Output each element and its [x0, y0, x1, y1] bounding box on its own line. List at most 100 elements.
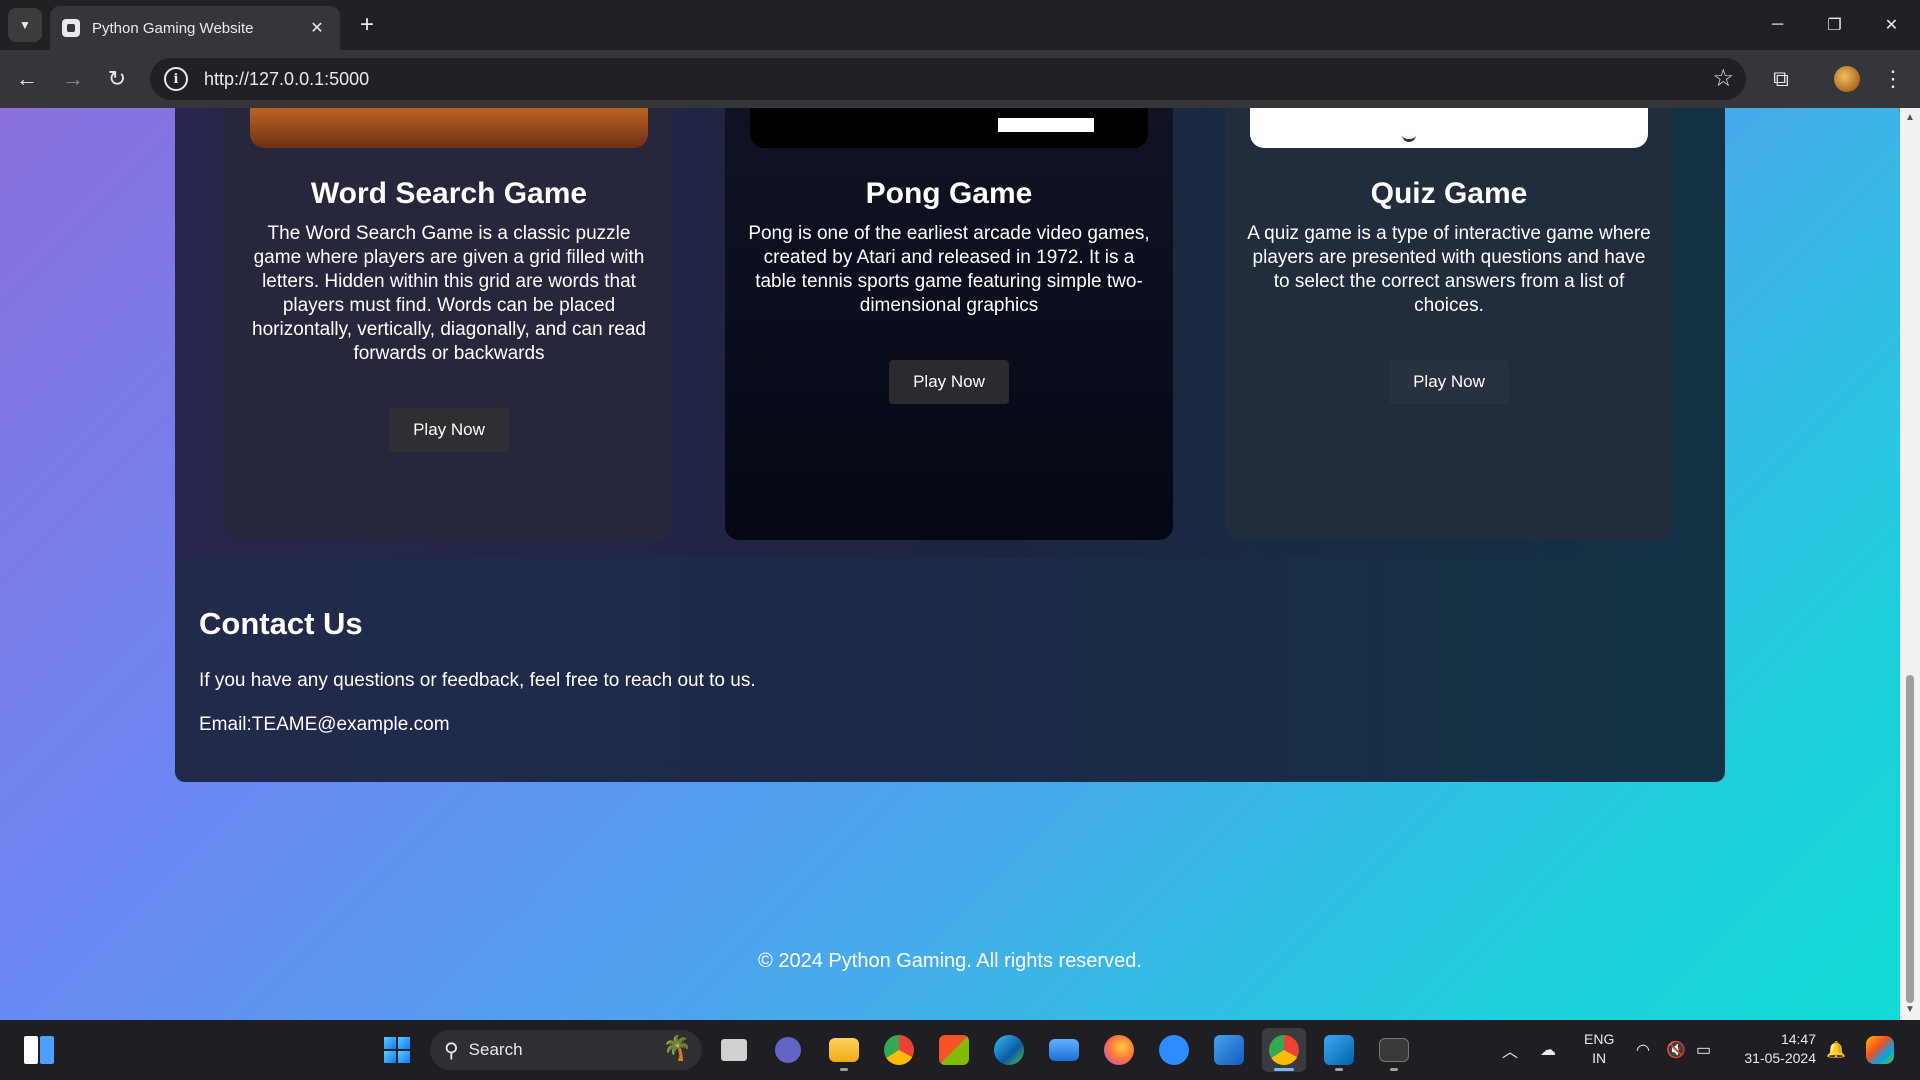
restore-icon: ❐ — [1827, 17, 1842, 34]
game-title: Pong Game — [865, 177, 1033, 210]
terminal-button[interactable] — [1372, 1028, 1416, 1072]
browser-toolbar: ← → ↻ i http://127.0.0.1:5000 ☆ ⧉ ⋮ — [0, 50, 1920, 108]
start-button[interactable] — [375, 1028, 419, 1072]
battery-icon[interactable]: ▭ — [1696, 1020, 1711, 1080]
chrome-icon — [884, 1035, 914, 1065]
forward-button[interactable]: → — [56, 62, 90, 96]
quiz-image-mark — [1402, 134, 1416, 142]
search-label: Search — [468, 1040, 523, 1059]
active-indicator — [1274, 1068, 1294, 1071]
region-code: IN — [1592, 1050, 1607, 1066]
back-button[interactable]: ← — [10, 62, 44, 96]
word-icon — [1214, 1035, 1244, 1065]
window-controls: ─ ❐ ✕ — [1749, 0, 1920, 50]
folder-icon — [829, 1038, 859, 1062]
store-button[interactable] — [932, 1028, 976, 1072]
profile-avatar[interactable] — [1834, 66, 1860, 92]
mail-button[interactable] — [1042, 1028, 1086, 1072]
language-indicator[interactable]: ENG IN — [1584, 1030, 1614, 1068]
page-scrollbar[interactable]: ▲ ▼ — [1900, 108, 1920, 1020]
address-bar[interactable]: i http://127.0.0.1:5000 ☆ — [150, 58, 1746, 100]
onedrive-icon[interactable]: ☁ — [1540, 1020, 1556, 1080]
close-icon[interactable]: ✕ — [306, 18, 328, 38]
close-window-button[interactable]: ✕ — [1863, 0, 1920, 50]
file-explorer-button[interactable] — [822, 1028, 866, 1072]
word-search-image — [250, 108, 648, 148]
browser-menu-button[interactable]: ⋮ — [1878, 62, 1908, 96]
pong-paddle — [998, 118, 1094, 132]
info-icon[interactable]: i — [164, 67, 188, 91]
date-text: 31-05-2024 — [1744, 1050, 1816, 1066]
running-indicator — [1390, 1068, 1398, 1071]
contact-text: If you have any questions or feedback, f… — [199, 670, 756, 691]
tab-title: Python Gaming Website — [92, 19, 254, 37]
chrome-icon — [1269, 1035, 1299, 1065]
chrome-button[interactable] — [877, 1028, 921, 1072]
reload-button[interactable]: ↻ — [100, 62, 134, 96]
scroll-up-icon[interactable]: ▲ — [1904, 112, 1916, 124]
task-view-icon — [721, 1039, 747, 1061]
mail-icon — [1049, 1039, 1079, 1061]
chevron-down-icon: ▼ — [19, 18, 31, 32]
windows-logo-icon — [384, 1037, 410, 1063]
running-indicator — [1335, 1068, 1343, 1071]
extensions-button[interactable]: ⧉ — [1764, 62, 1798, 96]
firefox-button[interactable] — [1097, 1028, 1141, 1072]
minimize-button[interactable]: ─ — [1749, 0, 1806, 50]
plus-icon: + — [359, 11, 374, 38]
tab-search-button[interactable]: ▼ — [8, 8, 42, 42]
scrollbar-thumb[interactable] — [1906, 675, 1914, 1003]
play-now-button[interactable]: Play Now — [889, 360, 1009, 404]
game-card-quiz: Quiz Game A quiz game is a type of inter… — [1225, 108, 1673, 540]
edge-button[interactable] — [987, 1028, 1031, 1072]
taskbar: ⚲ Search 🌴 ︿ ☁ ENG IN ◠ 🔇 ▭ 14:47 31-05-… — [0, 1020, 1920, 1080]
palm-tree-icon: 🌴 — [662, 1035, 692, 1062]
browser-tab[interactable]: Python Gaming Website ✕ — [50, 6, 340, 50]
chrome-active-button[interactable] — [1262, 1028, 1306, 1072]
footer-text: © 2024 Python Gaming. All rights reserve… — [758, 950, 1142, 972]
copilot-icon[interactable] — [1866, 1020, 1894, 1080]
bookmark-star-icon[interactable]: ☆ — [1712, 64, 1734, 93]
vscode-icon — [1324, 1035, 1354, 1065]
widgets-icon[interactable] — [24, 1036, 54, 1064]
clock[interactable]: 14:47 31-05-2024 — [1736, 1030, 1816, 1068]
teams-button[interactable] — [766, 1028, 810, 1072]
game-title: Word Search Game — [310, 177, 588, 210]
task-view-button[interactable] — [712, 1028, 756, 1072]
zoom-button[interactable] — [1152, 1028, 1196, 1072]
game-description: Pong is one of the earliest arcade video… — [748, 223, 1150, 316]
restore-button[interactable]: ❐ — [1806, 0, 1863, 50]
language-code: ENG — [1584, 1031, 1615, 1047]
game-card-word-search: Word Search Game The Word Search Game is… — [225, 108, 673, 540]
game-card-pong: Pong Game Pong is one of the earliest ar… — [725, 108, 1173, 540]
word-button[interactable] — [1207, 1028, 1251, 1072]
terminal-icon — [1379, 1038, 1409, 1062]
arrow-right-icon: → — [62, 66, 84, 91]
puzzle-icon: ⧉ — [1773, 66, 1789, 91]
browser-tab-bar: ▼ Python Gaming Website ✕ + ─ ❐ ✕ — [0, 0, 1920, 50]
play-now-button[interactable]: Play Now — [1389, 360, 1509, 404]
close-icon: ✕ — [1884, 17, 1899, 34]
time-text: 14:47 — [1780, 1031, 1816, 1047]
scroll-down-icon[interactable]: ▼ — [1904, 1004, 1916, 1016]
taskbar-search[interactable]: ⚲ Search 🌴 — [430, 1030, 702, 1070]
pong-image — [750, 108, 1148, 148]
running-indicator — [840, 1068, 848, 1071]
vscode-button[interactable] — [1317, 1028, 1361, 1072]
show-hidden-icons-button[interactable]: ︿ — [1502, 1020, 1518, 1080]
contact-title: Contact Us — [199, 606, 363, 641]
firefox-icon — [1104, 1035, 1134, 1065]
notifications-icon[interactable]: 🔔 — [1826, 1020, 1846, 1080]
game-title: Quiz Game — [1370, 177, 1528, 210]
wifi-icon[interactable]: ◠ — [1636, 1020, 1650, 1080]
game-description: The Word Search Game is a classic puzzle… — [252, 223, 646, 364]
play-now-button[interactable]: Play Now — [389, 408, 509, 452]
edge-icon — [994, 1035, 1024, 1065]
games-section: Word Search Game The Word Search Game is… — [175, 108, 1725, 583]
quiz-image — [1250, 108, 1648, 148]
volume-muted-icon[interactable]: 🔇 — [1666, 1020, 1686, 1080]
zoom-icon — [1159, 1035, 1189, 1065]
new-tab-button[interactable]: + — [352, 10, 382, 40]
url-text: http://127.0.0.1:5000 — [204, 68, 370, 89]
page-viewport: Word Search Game The Word Search Game is… — [0, 108, 1920, 1020]
